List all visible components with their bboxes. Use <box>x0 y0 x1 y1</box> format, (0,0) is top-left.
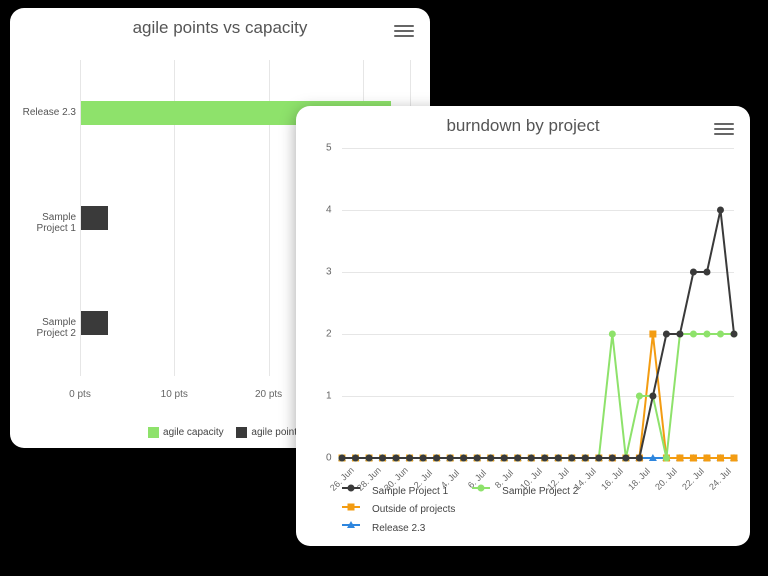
legend-label: agile points <box>251 427 302 438</box>
legend-item: Release 2.3 <box>342 523 437 534</box>
legend-item: Outside of projects <box>342 504 467 515</box>
x-tick: 20 pts <box>255 389 282 400</box>
y-tick: 1 <box>326 391 332 402</box>
x-tick: 0 pts <box>69 389 91 400</box>
bar <box>81 311 108 335</box>
legend-item: Sample Project 2 <box>472 486 590 497</box>
line-chart-legend: Sample Project 1 Sample Project 2 Outside … <box>342 482 738 538</box>
category-label: Sample Project 1 <box>10 212 76 234</box>
legend-item: Sample Project 1 <box>342 486 460 497</box>
y-tick: 0 <box>326 453 332 464</box>
burndown-card: burndown by project 01234526. Jun28. Jun… <box>296 106 750 546</box>
line-chart-plot: 01234526. Jun28. Jun30. Jun2. Jul4. Jul6… <box>342 148 734 458</box>
legend-label: agile capacity <box>163 427 224 438</box>
y-tick: 5 <box>326 143 332 154</box>
y-tick: 2 <box>326 329 332 340</box>
hamburger-icon[interactable] <box>394 22 414 38</box>
hamburger-icon[interactable] <box>714 120 734 136</box>
category-label: Release 2.3 <box>10 107 76 118</box>
chart-title: agile points vs capacity <box>10 8 430 42</box>
bar <box>81 206 108 230</box>
x-tick: 10 pts <box>161 389 188 400</box>
y-tick: 3 <box>326 267 332 278</box>
legend-swatch-capacity <box>148 427 159 438</box>
chart-title: burndown by project <box>296 106 750 140</box>
category-label: Sample Project 2 <box>10 317 76 339</box>
y-tick: 4 <box>326 205 332 216</box>
legend-swatch-points <box>236 427 247 438</box>
